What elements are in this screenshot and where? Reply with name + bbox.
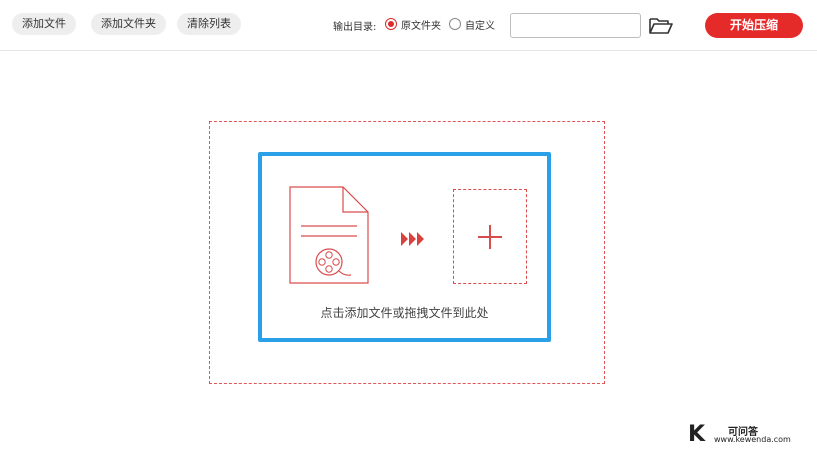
watermark-url: www.kewenda.com — [714, 435, 791, 444]
watermark: K 可问答 www.kewenda.com — [688, 420, 813, 450]
radio-custom-label: 自定义 — [465, 20, 495, 32]
radio-original-folder[interactable]: 原文件夹 — [385, 16, 441, 32]
add-file-button[interactable]: 添加文件 — [12, 13, 76, 35]
radio-dot — [385, 18, 397, 30]
radio-original-folder-label: 原文件夹 — [401, 20, 441, 32]
plus-icon — [489, 225, 491, 249]
output-path-input[interactable] — [510, 13, 641, 38]
start-compress-button[interactable]: 开始压缩 — [705, 13, 803, 38]
toolbar: 添加文件 添加文件夹 清除列表 输出目录: 原文件夹 自定义 开始压缩 — [0, 0, 817, 51]
add-file-placeholder[interactable] — [453, 189, 527, 284]
watermark-logo: K — [688, 422, 706, 447]
drop-hint-text: 点击添加文件或拖拽文件到此处 — [320, 306, 489, 320]
video-file-icon — [289, 186, 369, 284]
output-dir-label: 输出目录: — [333, 22, 377, 33]
clear-list-button[interactable]: 清除列表 — [177, 13, 241, 35]
folder-open-icon[interactable] — [648, 16, 674, 36]
add-folder-button[interactable]: 添加文件夹 — [91, 13, 166, 35]
triple-arrow-icon — [401, 232, 424, 246]
radio-dot — [449, 18, 461, 30]
radio-custom[interactable]: 自定义 — [449, 16, 495, 32]
drop-zone[interactable]: 点击添加文件或拖拽文件到此处 — [258, 152, 551, 342]
